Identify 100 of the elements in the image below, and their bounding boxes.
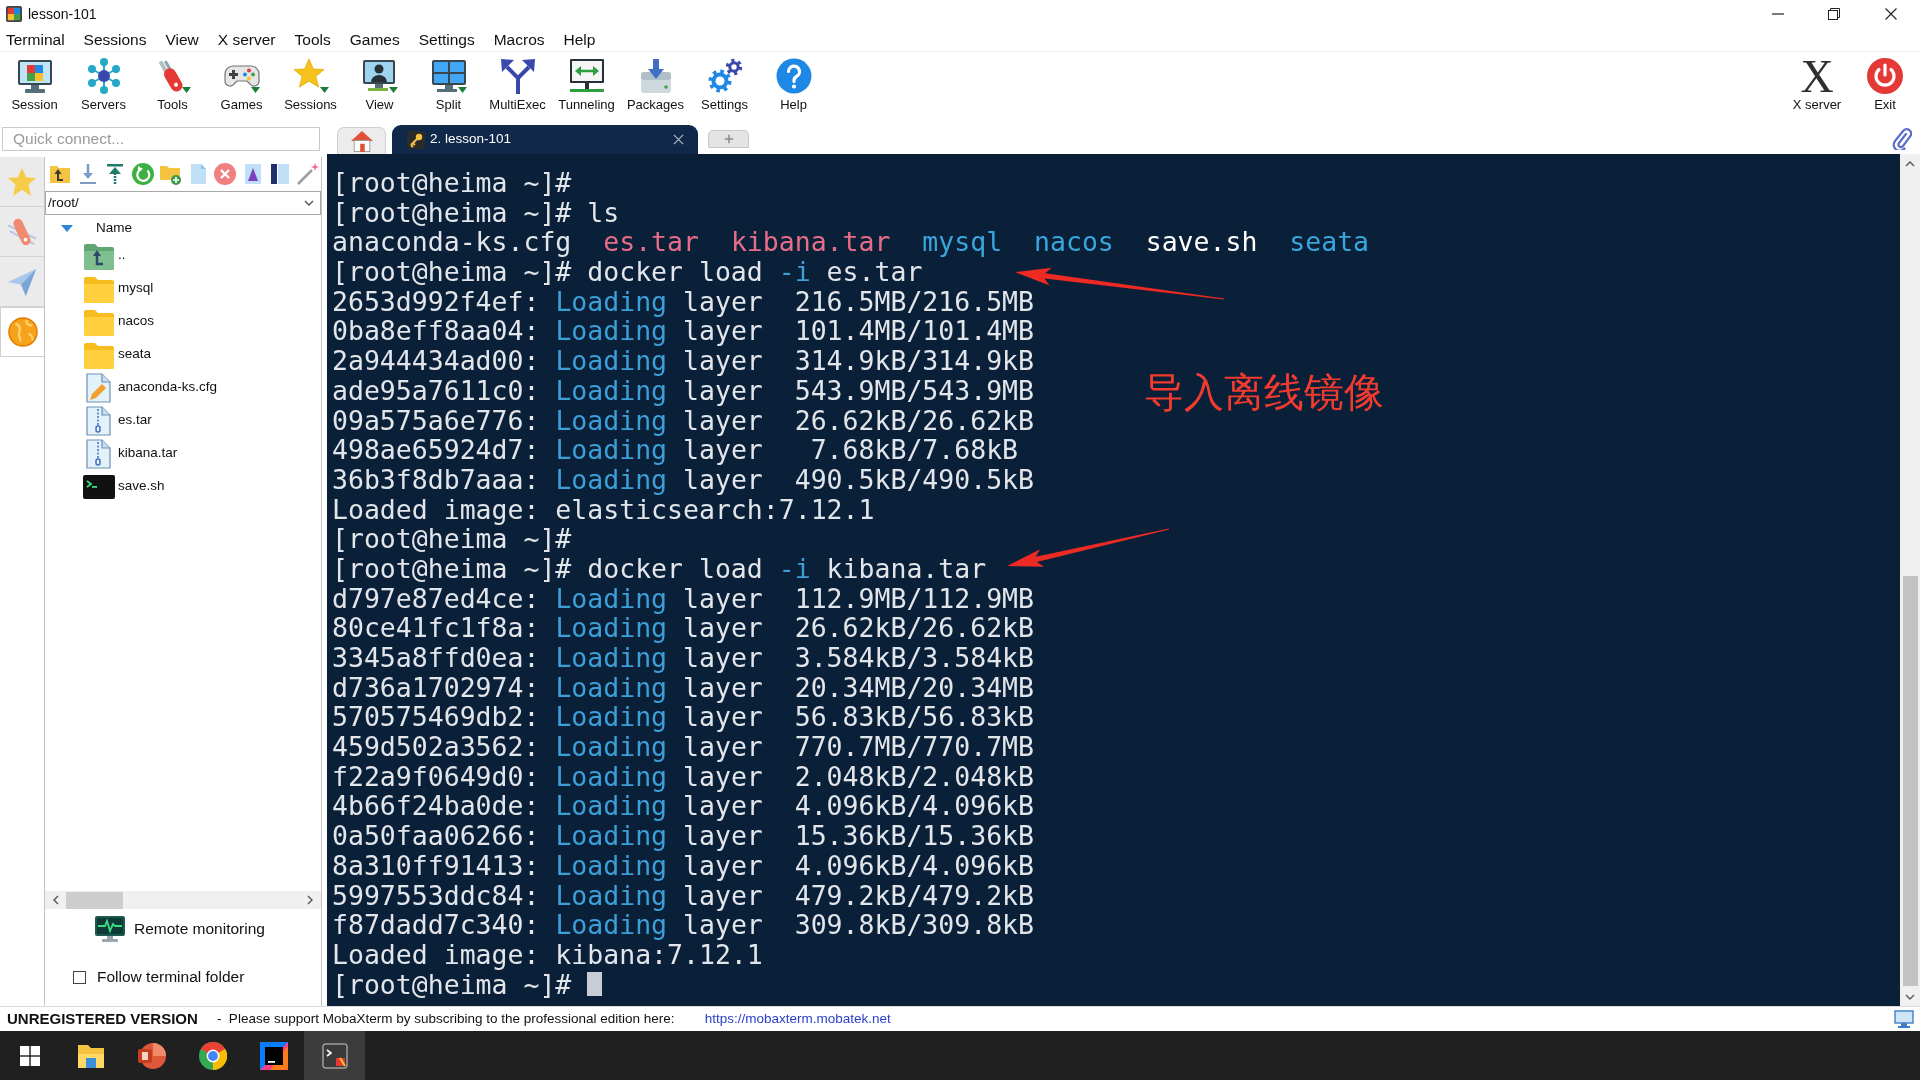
side-tab[interactable] (0, 207, 44, 257)
toolbar-button[interactable]: Packages (621, 54, 690, 118)
toolbar-button[interactable]: Split (414, 54, 483, 118)
toolbar-button[interactable]: Tools (138, 54, 207, 118)
scrollbar-thumb[interactable] (66, 891, 123, 909)
chevron-down-icon[interactable] (1905, 992, 1915, 1002)
file-item[interactable]: .. (83, 239, 126, 272)
folder-icon (76, 1042, 105, 1069)
terminal-line: [root@heima ~]# (332, 168, 572, 198)
zipper-page-icon (86, 405, 112, 436)
terminal-line: [root@heima ~]# docker load -i kibana.tar (332, 553, 987, 584)
power-icon (1867, 58, 1903, 94)
terminal-icon (83, 474, 115, 499)
session-tab[interactable]: 2. lesson-101 (392, 125, 698, 154)
file-item[interactable]: save.sh (83, 470, 165, 503)
terminal-line: 4b66f24ba0de: Loading layer 4.096kB/4.096kB (332, 791, 1034, 822)
folder-up-icon[interactable] (49, 163, 71, 185)
expand-triangle-icon[interactable] (61, 224, 73, 232)
file-item[interactable]: nacos (83, 305, 155, 338)
toolbar-button[interactable]: MultiExec (483, 54, 552, 118)
plus-icon (723, 134, 734, 144)
quick-connect-field[interactable]: Quick connect... (2, 127, 320, 151)
chevron-left-icon[interactable] (51, 895, 61, 905)
terminal-line: 09a575a6e776: Loading layer 26.62kB/26.62kB (332, 405, 1034, 436)
terminal-line: 3345a8ffd0ea: Loading layer 3.584kB/3.584kB (332, 643, 1034, 673)
annotation-text: 导入离线镜像 (1144, 370, 1384, 414)
gears-icon (706, 58, 743, 94)
restore-icon (1828, 8, 1840, 20)
toolbar-button[interactable]: Servers (69, 54, 138, 118)
file-item[interactable]: kibana.tar (83, 437, 178, 470)
chevron-right-icon[interactable] (305, 895, 315, 905)
toolbar-button[interactable]: View (345, 54, 414, 118)
refresh-icon[interactable] (131, 163, 154, 185)
new-tab-button[interactable] (708, 130, 749, 148)
checkbox[interactable] (73, 970, 86, 984)
toolbar-button[interactable]: X X server (1782, 54, 1852, 118)
side-tab[interactable] (0, 257, 44, 307)
terminal-line: d736a1702974: Loading layer 20.34MB/20.34MB (332, 672, 1034, 703)
close-icon (1885, 8, 1897, 20)
terminal-line: 2a944434ad00: Loading layer 314.9kB/314.9kB (332, 346, 1034, 376)
file-item[interactable]: mysql (83, 272, 154, 305)
scrollbar[interactable] (1900, 154, 1920, 1006)
terminal-line: [root@heima ~]# (332, 524, 572, 554)
folder-up-icon (83, 241, 115, 270)
menu-item[interactable]: Terminal (6, 28, 65, 51)
zipper-page-icon (86, 438, 112, 469)
star-icon (292, 58, 329, 94)
paperclip-icon[interactable] (1892, 126, 1912, 150)
wand-icon[interactable] (296, 163, 319, 185)
horizontal-scrollbar[interactable] (45, 891, 321, 909)
remote-monitoring-button[interactable]: Remote monitoring (94, 915, 265, 943)
terminal-line: Loaded image: elasticsearch:7.12.1 (332, 494, 875, 525)
upload-icon[interactable] (104, 163, 126, 185)
scrollbar-thumb[interactable] (1902, 576, 1918, 986)
split-screen-icon (430, 58, 467, 94)
menu-item[interactable]: Tools (294, 28, 331, 51)
terminal-line: 459d502a3562: Loading layer 770.7MB/770.7MB (332, 732, 1034, 762)
column-header[interactable]: Name (96, 217, 132, 239)
toolbar-button[interactable]: Sessions (276, 54, 345, 118)
folder-icon (83, 274, 115, 303)
edition-label: UNREGISTERED VERSION (7, 1008, 198, 1029)
menu-item[interactable]: Settings (418, 28, 475, 51)
chevron-up-icon[interactable] (1905, 159, 1915, 169)
network-icon (85, 58, 122, 94)
home-tab[interactable] (337, 127, 386, 154)
toolbar-button[interactable]: Session (0, 54, 69, 118)
file-item[interactable]: seata (83, 338, 152, 371)
toolbar-button[interactable]: Tunneling (552, 54, 621, 118)
toolbar-button[interactable]: Settings (690, 54, 759, 118)
side-tab[interactable] (0, 307, 44, 357)
file-item[interactable]: anaconda-ks.cfg (83, 371, 218, 404)
terminal-line: 80ce41fc1f8a: Loading layer 26.62kB/26.62kB (332, 613, 1034, 643)
toolbar-button[interactable]: Games (207, 54, 276, 118)
terminal-line: anaconda-ks.cfg es.tar kibana.tar mysql nacos save.sh seata (332, 227, 1370, 258)
folder-icon (83, 307, 115, 336)
menu-item[interactable]: Sessions (83, 28, 147, 51)
menu-item[interactable]: View (165, 28, 199, 51)
bar-page-icon[interactable] (269, 163, 291, 185)
terminal-line: 0ba8eff8aa04: Loading layer 101.4MB/101.4MB (332, 316, 1034, 347)
app-icon (259, 1041, 288, 1070)
terminal-line: [root@heima ~]# ls (332, 197, 620, 228)
menu-item[interactable]: Games (349, 28, 400, 51)
toolbar-button[interactable]: Exit (1852, 54, 1918, 118)
file-item[interactable]: es.tar (83, 404, 152, 437)
toolbar-button[interactable]: Help (759, 54, 828, 118)
terminal-line: d797e87ed4ce: Loading layer 112.9MB/112.9MB (332, 583, 1034, 614)
menu-item[interactable]: Macros (493, 28, 545, 51)
close-icon[interactable] (673, 134, 684, 145)
folder-plus-icon[interactable] (159, 163, 181, 185)
chevron-down-icon[interactable] (304, 198, 314, 208)
menu-item[interactable]: Help (563, 28, 596, 51)
terminal-line: 498ae65924d7: Loading layer 7.68kB/7.68kB (332, 435, 1019, 465)
monitor-person-icon (361, 58, 398, 94)
menu-item[interactable]: X server (217, 28, 276, 51)
terminal-line: 2653d992f4ef: Loading layer 216.5MB/216.5MB (332, 286, 1034, 317)
delete-icon[interactable] (214, 163, 236, 185)
website-link[interactable]: https://mobaxterm.mobatek.net (704, 1008, 891, 1030)
paper-plane-icon (7, 266, 37, 297)
path-dropdown[interactable]: /root/ (45, 191, 321, 215)
terminal-line: f87dadd7c340: Loading layer 309.8kB/309.8kB (332, 910, 1034, 940)
